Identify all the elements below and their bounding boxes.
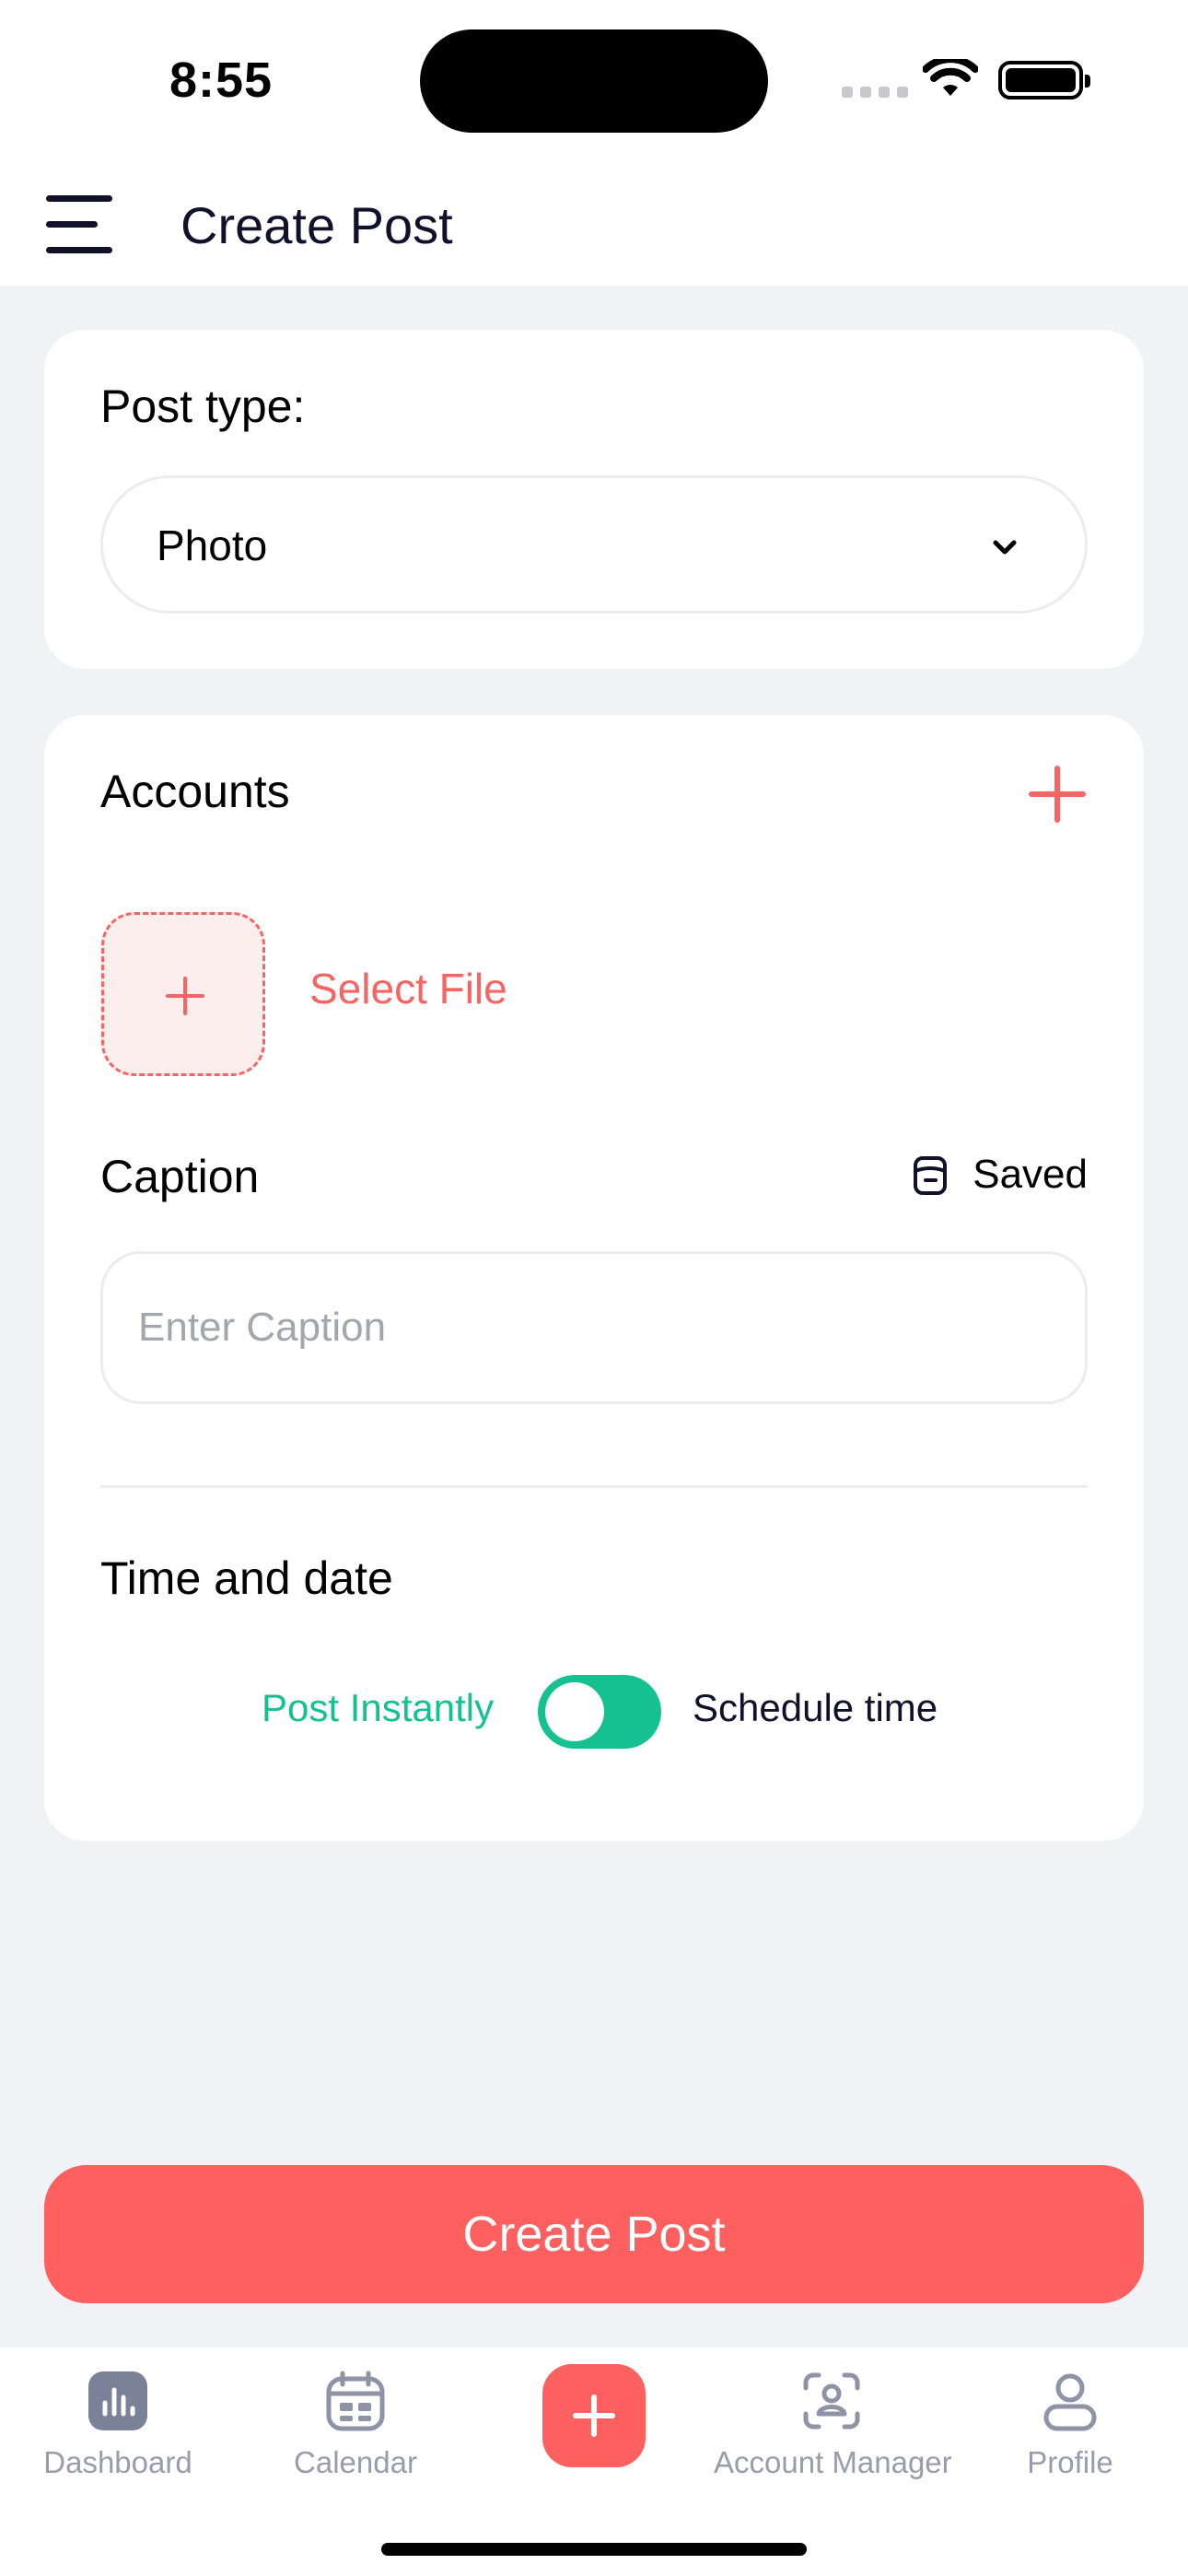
app-header: Create Post: [0, 157, 1188, 286]
user-icon: [1043, 2373, 1097, 2431]
cellular-signal-icon: [842, 87, 908, 98]
tab-profile[interactable]: Profile: [952, 2370, 1188, 2480]
toggle-knob: [545, 1682, 604, 1741]
status-bar: 8:55: [0, 0, 1188, 157]
saved-drafts-button[interactable]: Saved: [908, 1152, 1088, 1198]
bar-chart-icon: [88, 2371, 147, 2430]
section-divider: [100, 1485, 1088, 1488]
plus-icon: [166, 977, 204, 1015]
add-account-plus-icon[interactable]: [1028, 765, 1087, 824]
tab-calendar[interactable]: Calendar: [238, 2370, 473, 2480]
post-instantly-option[interactable]: Post Instantly: [262, 1686, 494, 1730]
create-post-button[interactable]: Create Post: [44, 2165, 1144, 2303]
time-and-date-label: Time and date: [100, 1552, 393, 1604]
tab-label: Calendar: [294, 2445, 417, 2479]
bottom-tab-bar: Dashboard Calendar Account Manager Profi: [0, 2348, 1188, 2576]
tab-dashboard[interactable]: Dashboard: [0, 2370, 236, 2480]
tab-label: Profile: [1027, 2445, 1113, 2479]
calendar-icon: [326, 2371, 385, 2431]
status-time: 8:55: [169, 53, 274, 108]
account-manager-icon: [803, 2372, 860, 2430]
post-type-label: Post type:: [100, 381, 306, 432]
plus-icon: [573, 2395, 615, 2437]
saved-drafts-icon: [914, 1156, 948, 1195]
caption-input[interactable]: [100, 1251, 1088, 1404]
hamburger-menu-icon[interactable]: [46, 195, 116, 253]
tab-account-manager[interactable]: Account Manager: [714, 2370, 952, 2480]
post-type-card: Post type: Photo: [44, 330, 1144, 669]
post-details-card: Accounts Select File Caption Saved Time …: [44, 715, 1144, 1841]
select-file-link[interactable]: Select File: [309, 964, 507, 1013]
schedule-toggle-row: Post Instantly Schedule time: [44, 1675, 1144, 1752]
file-upload-box[interactable]: [101, 912, 265, 1076]
create-fab-button[interactable]: [542, 2364, 646, 2467]
chevron-down-icon: [993, 540, 1017, 555]
dynamic-island: [420, 29, 768, 133]
schedule-toggle[interactable]: [538, 1675, 661, 1749]
saved-label: Saved: [973, 1152, 1088, 1197]
battery-icon: [998, 61, 1090, 100]
post-type-select[interactable]: Photo: [100, 475, 1088, 614]
tab-label: Dashboard: [43, 2445, 192, 2479]
schedule-time-option[interactable]: Schedule time: [693, 1686, 938, 1730]
tab-label: Account Manager: [714, 2445, 952, 2479]
wifi-icon: [923, 59, 978, 96]
accounts-label: Accounts: [100, 766, 290, 817]
post-type-value: Photo: [157, 521, 268, 569]
page-title: Create Post: [181, 196, 453, 254]
home-indicator: [381, 2543, 807, 2556]
caption-label: Caption: [100, 1151, 260, 1202]
